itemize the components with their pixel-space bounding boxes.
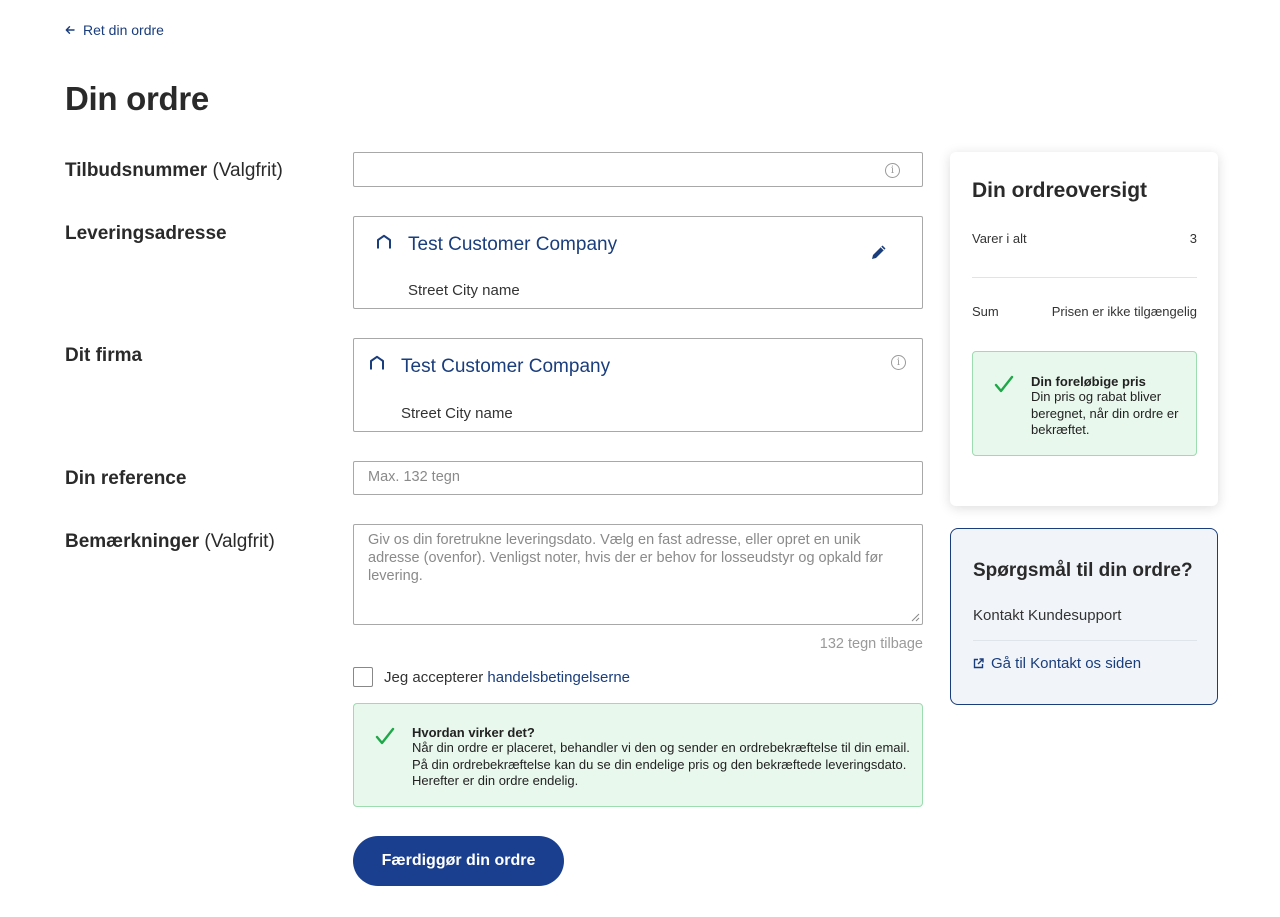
info-icon[interactable]: i bbox=[885, 163, 900, 178]
optional-tag: (Valgfrit) bbox=[204, 531, 275, 552]
optional-tag: (Valgfrit) bbox=[212, 160, 283, 181]
building-icon bbox=[370, 355, 384, 370]
summary-divider bbox=[972, 277, 1197, 278]
company-street: Street City name bbox=[401, 405, 513, 422]
items-total-row: Varer i alt 3 bbox=[972, 231, 1197, 246]
contact-page-link[interactable]: Gå til Kontakt os siden bbox=[973, 655, 1141, 672]
items-count: 3 bbox=[1189, 231, 1197, 246]
preliminary-price-line: beregnet, når din ordre er bbox=[1031, 405, 1179, 421]
resize-handle-icon[interactable] bbox=[911, 613, 920, 622]
support-contact: Kontakt Kundesupport bbox=[973, 607, 1122, 624]
how-it-works-notice: Hvordan virker det? Når din ordre er pla… bbox=[353, 703, 923, 807]
how-it-works-line: Herefter er din ordre endelig. bbox=[412, 773, 579, 788]
remarks-placeholder: Giv os din foretrukne leveringsdato. Væl… bbox=[368, 532, 884, 584]
company-label: Dit firma bbox=[65, 345, 143, 366]
terms-text: Jeg accepterer handelsbetingelserne bbox=[384, 668, 631, 686]
checkmark-icon bbox=[375, 727, 395, 745]
arrow-left-icon bbox=[65, 26, 75, 34]
remarks-label: Bemærkninger (Valgfrit) bbox=[65, 531, 275, 552]
external-link-icon bbox=[973, 658, 984, 669]
how-it-works-line: På din ordrebekræftelse kan du se din en… bbox=[412, 756, 907, 772]
checkmark-icon bbox=[994, 375, 1014, 393]
how-it-works-line: Når din ordre er placeret, behandler vi … bbox=[412, 740, 910, 755]
preliminary-price-line: Din pris og rabat bliver bbox=[1031, 389, 1162, 404]
reference-placeholder: Max. 132 tegn bbox=[368, 469, 460, 485]
delivery-company-name: Test Customer Company bbox=[408, 234, 618, 255]
terms-row: Jeg accepterer handelsbetingelserne bbox=[353, 667, 630, 687]
page-title: Din ordre bbox=[65, 80, 209, 117]
company-name: Test Customer Company bbox=[401, 356, 611, 377]
preliminary-price-notice: Din foreløbige pris Din pris og rabat bl… bbox=[972, 351, 1197, 456]
preliminary-price-title: Din foreløbige pris bbox=[1031, 374, 1146, 389]
remarks-textarea[interactable]: Giv os din foretrukne leveringsdato. Væl… bbox=[353, 524, 923, 625]
edit-pencil-icon[interactable] bbox=[870, 243, 888, 261]
reference-label: Din reference bbox=[65, 468, 187, 489]
delivery-address-card: Test Customer Company Street City name bbox=[353, 216, 923, 309]
preliminary-price-line: bekræftet. bbox=[1031, 422, 1090, 437]
terms-link[interactable]: handelsbetingelserne bbox=[487, 669, 630, 686]
complete-order-button[interactable]: Færdiggør din ordre bbox=[353, 836, 564, 886]
order-summary-card: Din ordreoversigt Varer i alt 3 Sum Pris… bbox=[950, 152, 1218, 506]
sum-value: Prisen er ikke tilgængelig bbox=[1051, 304, 1197, 319]
reference-input[interactable]: Max. 132 tegn bbox=[353, 461, 923, 495]
contact-page-link-label: Gå til Kontakt os siden bbox=[991, 655, 1142, 672]
back-link-label: Ret din ordre bbox=[83, 22, 164, 38]
sum-row: Sum Prisen er ikke tilgængelig bbox=[972, 304, 1197, 319]
offer-number-label: Tilbudsnummer (Valgfrit) bbox=[65, 160, 283, 181]
info-icon[interactable]: i bbox=[891, 355, 906, 370]
support-card: Spørgsmål til din ordre? Kontakt Kundesu… bbox=[950, 528, 1218, 705]
summary-title: Din ordreoversigt bbox=[972, 179, 1148, 202]
building-icon bbox=[377, 234, 391, 249]
terms-checkbox[interactable] bbox=[353, 667, 373, 687]
company-card: Test Customer Company i Street City name bbox=[353, 338, 923, 432]
support-title: Spørgsmål til din ordre? bbox=[973, 560, 1193, 581]
back-link[interactable]: Ret din ordre bbox=[65, 22, 164, 38]
delivery-street: Street City name bbox=[408, 282, 520, 299]
delivery-address-label: Leveringsadresse bbox=[65, 223, 227, 244]
support-divider bbox=[973, 640, 1197, 641]
offer-number-input[interactable]: i bbox=[353, 152, 923, 187]
char-counter: 132 tegn tilbage bbox=[819, 636, 923, 652]
how-it-works-title: Hvordan virker det? bbox=[412, 725, 535, 740]
